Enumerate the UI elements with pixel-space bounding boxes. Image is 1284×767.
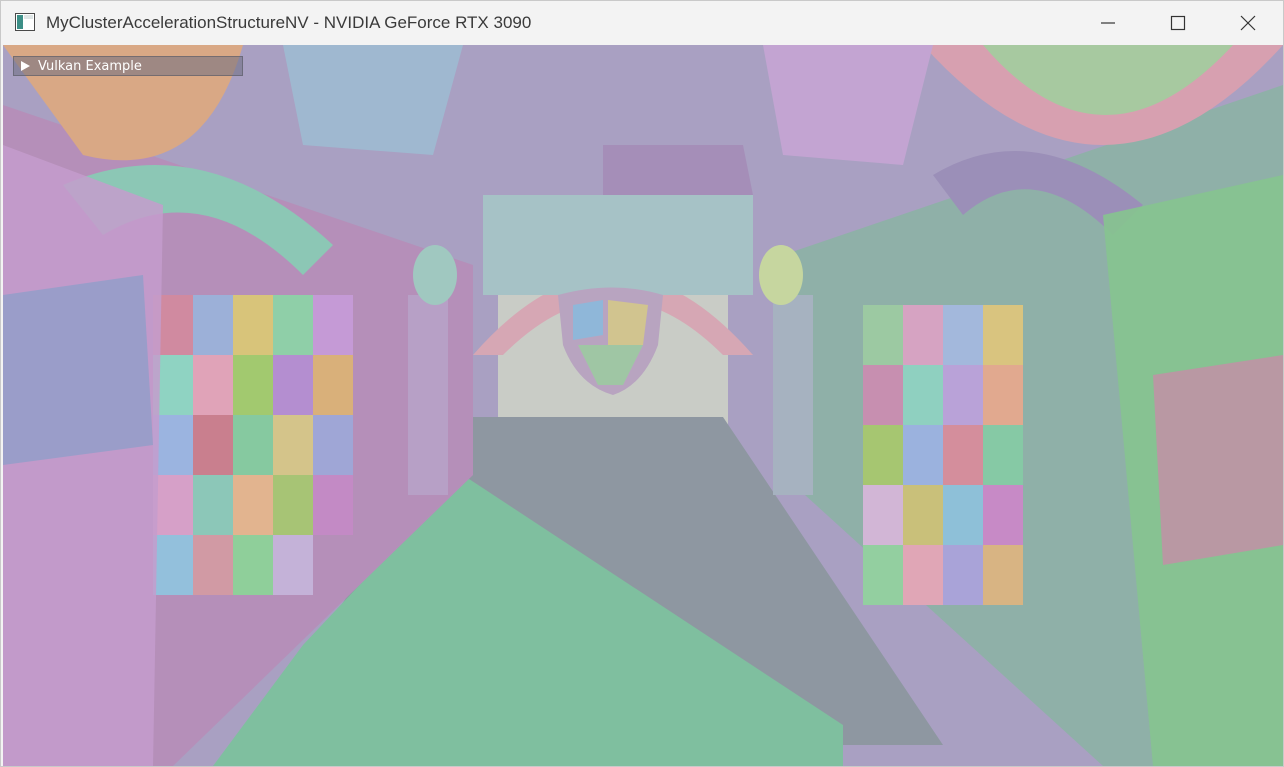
- triangle-right-icon: [21, 61, 30, 71]
- maximize-icon: [1170, 15, 1186, 31]
- close-button[interactable]: [1213, 1, 1283, 45]
- app-icon: [15, 13, 35, 31]
- maximize-button[interactable]: [1143, 1, 1213, 45]
- render-viewport[interactable]: Vulkan Example: [3, 45, 1283, 766]
- minimize-button[interactable]: [1073, 1, 1143, 45]
- imgui-window-header[interactable]: Vulkan Example: [13, 56, 243, 76]
- app-window: MyClusterAccelerationStructureNV - NVIDI…: [0, 0, 1284, 767]
- imgui-window-title: Vulkan Example: [38, 59, 142, 74]
- window-title: MyClusterAccelerationStructureNV - NVIDI…: [46, 13, 532, 32]
- rendered-scene: [3, 45, 1283, 766]
- title-bar[interactable]: MyClusterAccelerationStructureNV - NVIDI…: [1, 1, 1283, 45]
- minimize-icon: [1101, 22, 1115, 24]
- close-icon: [1240, 15, 1256, 31]
